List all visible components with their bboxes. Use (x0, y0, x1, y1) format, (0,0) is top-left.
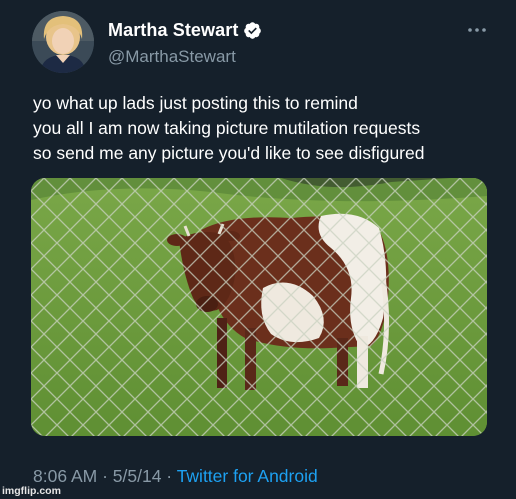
author-handle[interactable]: @MarthaStewart (108, 47, 236, 67)
avatar-photo (32, 11, 94, 73)
more-options-icon[interactable] (466, 22, 488, 38)
tweet-date[interactable]: 5/5/14 (113, 466, 162, 486)
tweet-source-link[interactable]: Twitter for Android (177, 466, 318, 486)
meta-separator: · (161, 466, 177, 486)
tweet-meta: 8:06 AM · 5/5/14 · Twitter for Android (33, 466, 318, 487)
tweet-text-line: yo what up lads just posting this to rem… (33, 93, 358, 113)
tweet-text: yo what up lads just posting this to rem… (33, 91, 503, 166)
meta-separator: · (97, 466, 113, 486)
verified-badge-icon (243, 21, 262, 40)
tweet-time[interactable]: 8:06 AM (33, 466, 97, 486)
cow-photo (31, 178, 487, 436)
tweet-text-line: you all I am now taking picture mutilati… (33, 118, 421, 138)
tweet-image[interactable] (31, 178, 487, 436)
author-display-name[interactable]: Martha Stewart (108, 20, 238, 41)
avatar[interactable] (32, 11, 94, 73)
author-name-row[interactable]: Martha Stewart (108, 20, 262, 41)
tweet-card: Martha Stewart @MarthaStewart yo what up… (0, 0, 516, 499)
tweet-text-line: so send me any picture you'd like to see… (33, 143, 425, 163)
imgflip-watermark: imgflip.com (2, 485, 61, 497)
